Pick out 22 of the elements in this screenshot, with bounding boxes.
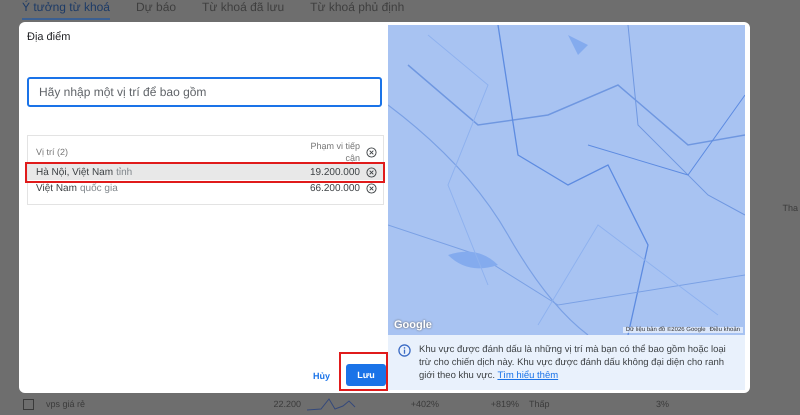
cancel-button[interactable]: Hủy	[310, 366, 332, 384]
learn-more-link[interactable]: Tìm hiểu thêm	[497, 370, 558, 381]
save-button[interactable]: Lưu	[346, 364, 386, 386]
remove-icon[interactable]	[366, 166, 377, 178]
remove-icon[interactable]	[366, 182, 377, 194]
info-icon	[398, 344, 411, 357]
location-name: Việt Nam	[36, 182, 77, 194]
location-type: quốc gia	[80, 182, 118, 194]
remove-icon[interactable]	[366, 146, 377, 158]
location-search-field[interactable]: Hãy nhập một vị trí để bao gồm	[27, 77, 382, 107]
column-header: Vị trí (2)	[36, 147, 68, 157]
row-checkbox[interactable]	[23, 398, 34, 410]
location-row[interactable]: Việt Nam quốc gia 66.200.000	[28, 180, 383, 196]
dialog-title: Địa điểm	[27, 31, 72, 43]
info-text: Khu vực được đánh dấu là những vị trí mà bạn có thể bao gồm hoặc loại trừ cho chiến dịch này. Khu vực được đánh dấu không đại diện cho ranh giới theo khu vực. Tìm hiểu thêm	[419, 343, 727, 382]
location-row[interactable]: Hà Nội, Việt Nam tỉnh 19.200.000	[28, 164, 383, 180]
reach-value: 66.200.000	[310, 182, 360, 194]
location-type: tỉnh	[116, 166, 132, 178]
location-name: Hà Nội, Việt Nam	[36, 166, 114, 178]
reach-value: 19.200.000	[310, 166, 360, 178]
column-header: Phạm vi tiếp cận	[309, 140, 360, 164]
map-logo: Google	[394, 319, 432, 331]
